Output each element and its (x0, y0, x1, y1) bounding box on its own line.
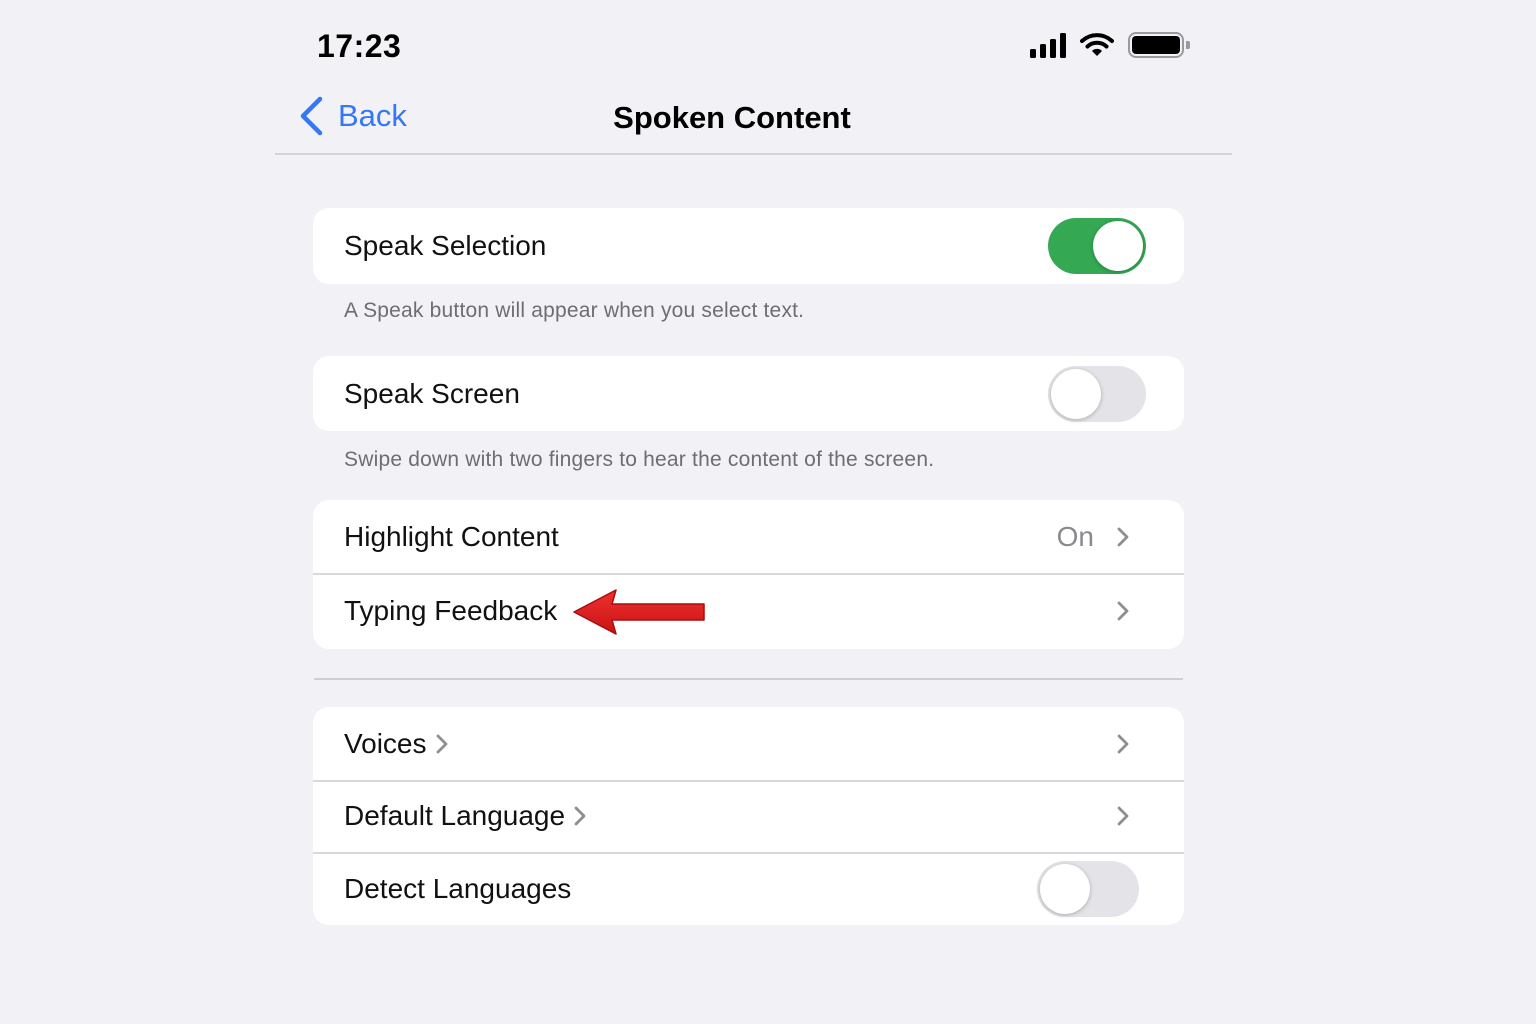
voices-label: Voices (344, 727, 427, 759)
signal-icon (1030, 32, 1066, 58)
back-chevron-icon (300, 96, 323, 136)
speak-screen-group: Speak Screen (313, 356, 1184, 431)
red-arrow-annotation (573, 589, 705, 635)
chevron-right-icon (435, 733, 449, 755)
spoken-content-screen: 17:23 Back Spoken Content Speak Selectio… (0, 0, 1536, 1024)
content-group: Highlight Content On Typing Feedback (313, 500, 1184, 649)
default-language-label: Default Language (344, 800, 566, 831)
detect-languages-toggle[interactable] (1037, 860, 1139, 917)
speak-selection-toggle[interactable] (1048, 218, 1146, 274)
nav-divider (275, 153, 1232, 155)
wifi-icon (1080, 33, 1114, 56)
chevron-right-icon (1117, 601, 1129, 621)
highlight-content-row[interactable]: Highlight Content On (313, 500, 1184, 573)
speak-screen-toggle[interactable] (1048, 365, 1146, 422)
chevron-right-icon (1117, 734, 1129, 753)
speak-screen-row: Speak Screen (313, 356, 1184, 431)
detect-languages-row: Detect Languages (313, 852, 1184, 925)
back-label: Back (338, 98, 407, 133)
speak-selection-footnote: A Speak button will appear when you sele… (344, 299, 805, 322)
speak-selection-label: Speak Selection (344, 230, 547, 261)
detect-languages-label: Detect Languages (344, 872, 572, 904)
back-button[interactable]: Back (298, 96, 407, 136)
status-icons (1030, 32, 1190, 58)
speak-selection-row: Speak Selection (313, 208, 1184, 284)
highlight-content-label: Highlight Content (344, 520, 559, 552)
language-group: Voices Default Language Detect Languages (313, 707, 1184, 925)
speak-screen-label: Speak Screen (344, 377, 520, 409)
battery-icon (1128, 32, 1190, 58)
chevron-right-icon (1117, 806, 1129, 826)
page-title: Spoken Content (613, 100, 851, 135)
typing-feedback-label: Typing Feedback (344, 595, 558, 626)
typing-feedback-row[interactable]: Typing Feedback (313, 573, 1184, 649)
default-language-row[interactable]: Default Language (313, 780, 1184, 852)
section-divider (314, 678, 1183, 680)
status-time: 17:23 (317, 28, 402, 64)
speak-screen-footnote: Swipe down with two fingers to hear the … (344, 448, 935, 471)
chevron-right-icon (573, 805, 587, 827)
speak-selection-group: Speak Selection (313, 208, 1184, 284)
chevron-right-icon (1117, 527, 1129, 546)
voices-row[interactable]: Voices (313, 707, 1184, 780)
highlight-content-value: On (1056, 520, 1094, 552)
